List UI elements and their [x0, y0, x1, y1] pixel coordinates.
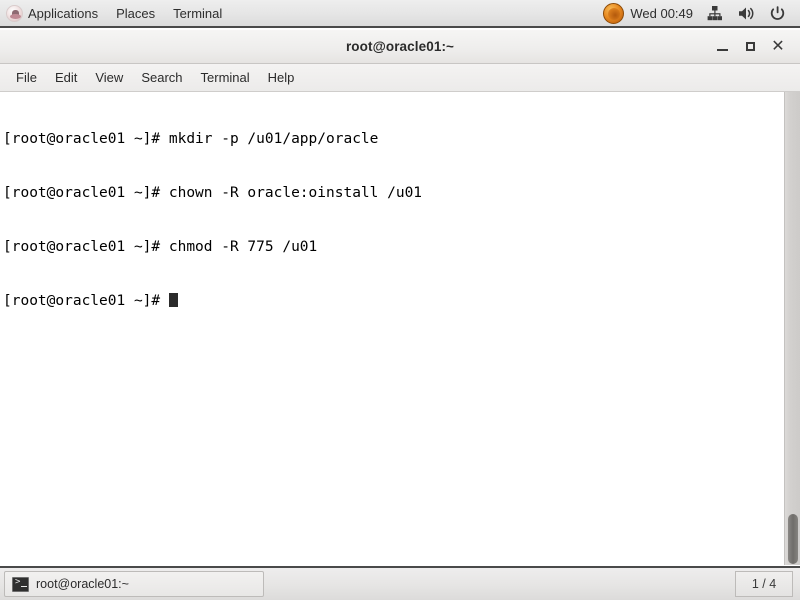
fedora-logo-icon [6, 4, 23, 22]
terminal-line: [root@oracle01 ~]# chmod -R 775 /u01 [3, 239, 318, 255]
window-title-bar[interactable]: root@oracle01:~ ✕ [0, 30, 800, 64]
taskbar-item-terminal[interactable]: root@oracle01:~ [4, 571, 264, 597]
menu-item-help[interactable]: Help [259, 67, 304, 88]
orange-circle-badge-icon[interactable] [603, 2, 625, 24]
panel-menu-terminal[interactable]: Terminal [164, 0, 231, 26]
maximize-icon [745, 42, 755, 51]
terminal-line: [root@oracle01 ~]# chown -R oracle:oinst… [3, 185, 423, 201]
bottom-panel: root@oracle01:~ 1 / 4 [0, 566, 800, 600]
menu-bar: File Edit View Search Terminal Help [0, 64, 800, 92]
terminal-current-prompt: [root@oracle01 ~]# [3, 293, 169, 309]
panel-menu-applications[interactable]: Applications [0, 0, 107, 26]
menu-item-search[interactable]: Search [132, 67, 191, 88]
terminal-line: [root@oracle01 ~]# mkdir -p /u01/app/ora… [3, 131, 379, 147]
terminal-prompt-line: [root@oracle01 ~]# [3, 292, 784, 310]
network-wired-icon-svg [707, 5, 722, 20]
minimize-icon [716, 49, 728, 51]
terminal-icon [12, 576, 29, 592]
terminal-window: root@oracle01:~ ✕ File Edit View Search … [0, 30, 800, 565]
close-icon: ✕ [771, 37, 785, 55]
terminal-scrollbar[interactable] [784, 92, 800, 565]
menu-item-view[interactable]: View [86, 67, 132, 88]
scrollbar-thumb[interactable] [788, 514, 798, 564]
menu-item-file[interactable]: File [7, 67, 46, 88]
menu-item-edit[interactable]: Edit [46, 67, 86, 88]
panel-menu-places-label: Places [116, 5, 156, 21]
window-title: root@oracle01:~ [345, 39, 455, 54]
network-wired-icon[interactable] [699, 0, 730, 26]
window-controls: ✕ [708, 33, 800, 61]
panel-menu-terminal-label: Terminal [173, 5, 223, 21]
minimize-button[interactable] [708, 33, 736, 61]
volume-speaker-icon-svg [739, 7, 754, 19]
volume-speaker-icon[interactable] [730, 0, 762, 26]
panel-menu-applications-label: Applications [28, 5, 99, 21]
power-button-icon[interactable] [762, 0, 793, 26]
terminal-cursor [168, 293, 178, 307]
close-button[interactable]: ✕ [764, 33, 792, 61]
workspace-indicator-label: 1 / 4 [751, 577, 777, 591]
top-panel: Applications Places Terminal Wed 00:49 [0, 0, 800, 28]
workspace-switcher[interactable]: 1 / 4 [735, 571, 793, 597]
panel-menu-places[interactable]: Places [107, 0, 164, 26]
maximize-button[interactable] [736, 33, 764, 61]
power-button-icon-svg [770, 5, 785, 20]
terminal-body: [root@oracle01 ~]# mkdir -p /u01/app/ora… [0, 92, 800, 565]
taskbar-item-label: root@oracle01:~ [36, 577, 129, 591]
terminal-screen[interactable]: [root@oracle01 ~]# mkdir -p /u01/app/ora… [0, 92, 784, 565]
top-panel-status-group: Wed 00:49 [603, 0, 800, 26]
top-panel-menu-group: Applications Places Terminal [0, 0, 231, 26]
clock-label[interactable]: Wed 00:49 [624, 6, 699, 21]
menu-item-terminal[interactable]: Terminal [192, 67, 259, 88]
